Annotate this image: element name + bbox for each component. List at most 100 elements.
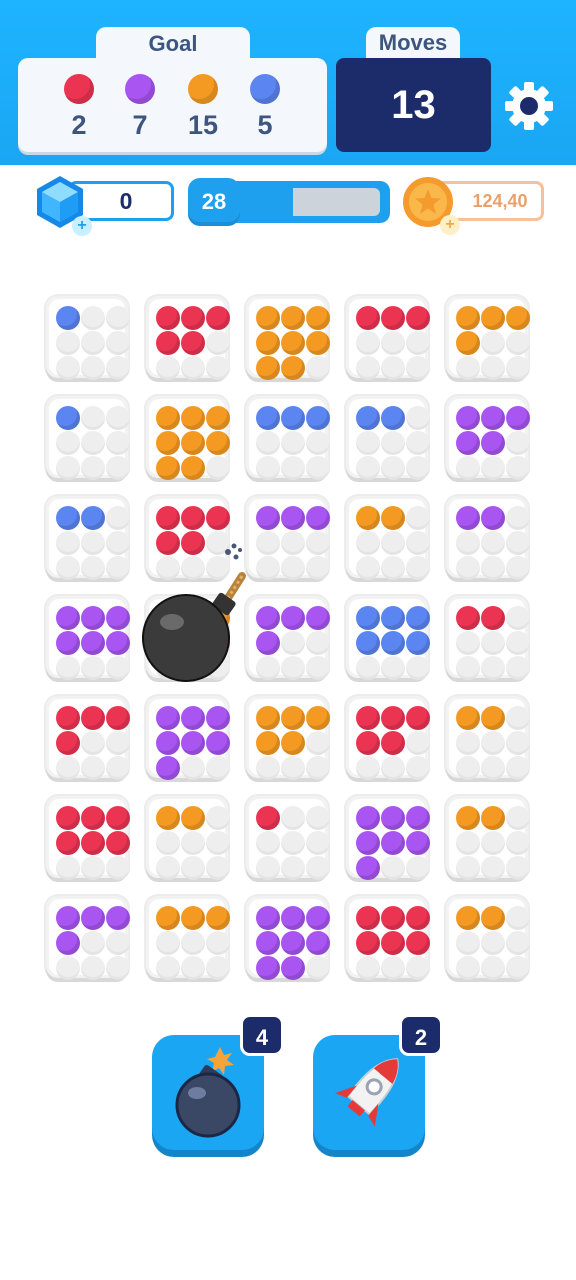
tile-surface	[349, 899, 430, 980]
peg-empty	[81, 756, 105, 780]
board-tile[interactable]	[46, 396, 130, 480]
peg-empty	[81, 331, 105, 355]
peg-empty	[456, 931, 480, 955]
peg-empty	[456, 756, 480, 780]
peg-empty	[306, 556, 330, 580]
peg-orange	[256, 331, 280, 355]
board-tile[interactable]	[346, 896, 430, 980]
board-tile[interactable]	[246, 296, 330, 380]
peg-purple	[81, 906, 105, 930]
peg-blue	[406, 606, 430, 630]
peg-orange	[181, 906, 205, 930]
board-tile[interactable]	[446, 596, 530, 680]
board-tile[interactable]	[146, 696, 230, 780]
peg-orange	[156, 906, 180, 930]
game-board	[0, 0, 576, 1000]
peg-red	[181, 306, 205, 330]
board-tile[interactable]	[46, 296, 130, 380]
board-tile[interactable]	[446, 496, 530, 580]
board-tile[interactable]	[146, 796, 230, 880]
peg-orange	[456, 706, 480, 730]
board-tile[interactable]	[346, 796, 430, 880]
peg-empty	[456, 356, 480, 380]
peg-empty	[56, 331, 80, 355]
peg-blue	[306, 406, 330, 430]
peg-empty	[506, 431, 530, 455]
peg-empty	[256, 831, 280, 855]
peg-empty	[181, 831, 205, 855]
peg-purple	[306, 906, 330, 930]
board-tile[interactable]	[346, 396, 430, 480]
peg-empty	[181, 356, 205, 380]
peg-empty	[81, 956, 105, 980]
peg-purple	[281, 931, 305, 955]
peg-empty	[56, 856, 80, 880]
peg-purple	[106, 606, 130, 630]
peg-orange	[481, 306, 505, 330]
peg-orange	[281, 356, 305, 380]
peg-empty	[356, 456, 380, 480]
peg-empty	[81, 431, 105, 455]
peg-empty	[281, 456, 305, 480]
board-tile[interactable]	[146, 296, 230, 380]
peg-empty	[356, 531, 380, 555]
peg-empty	[106, 856, 130, 880]
board-tile[interactable]	[46, 596, 130, 680]
peg-empty	[81, 306, 105, 330]
board-tile[interactable]	[246, 696, 330, 780]
board-tile[interactable]	[46, 496, 130, 580]
bomb-booster-count: 4	[240, 1014, 284, 1056]
peg-red	[356, 731, 380, 755]
peg-empty	[206, 356, 230, 380]
peg-orange	[481, 806, 505, 830]
board-tile[interactable]	[446, 896, 530, 980]
bomb-icon	[142, 543, 246, 682]
board-tile[interactable]	[446, 796, 530, 880]
board-tile[interactable]	[246, 896, 330, 980]
board-tile[interactable]	[246, 796, 330, 880]
peg-empty	[156, 831, 180, 855]
peg-empty	[481, 731, 505, 755]
peg-orange	[156, 431, 180, 455]
peg-empty	[56, 756, 80, 780]
board-tile[interactable]	[246, 396, 330, 480]
peg-red	[181, 506, 205, 530]
peg-purple	[256, 931, 280, 955]
peg-orange	[206, 406, 230, 430]
board-tile[interactable]	[446, 396, 530, 480]
board-tile[interactable]	[346, 296, 430, 380]
board-tile[interactable]	[46, 796, 130, 880]
tile-surface	[49, 799, 130, 880]
tile-surface	[449, 899, 530, 980]
peg-purple	[281, 606, 305, 630]
peg-empty	[306, 831, 330, 855]
rocket-booster-count: 2	[399, 1014, 443, 1056]
board-tile[interactable]	[46, 696, 130, 780]
peg-purple	[381, 806, 405, 830]
peg-purple	[356, 806, 380, 830]
peg-red	[206, 506, 230, 530]
board-tile[interactable]	[346, 696, 430, 780]
peg-red	[406, 931, 430, 955]
peg-red	[56, 706, 80, 730]
board-tile[interactable]	[446, 696, 530, 780]
tile-surface	[349, 699, 430, 780]
peg-orange	[206, 906, 230, 930]
board-tile[interactable]	[146, 896, 230, 980]
tile-surface	[449, 499, 530, 580]
peg-empty	[406, 656, 430, 680]
board-tile[interactable]	[446, 296, 530, 380]
peg-empty	[506, 931, 530, 955]
peg-empty	[406, 531, 430, 555]
peg-red	[156, 506, 180, 530]
board-tile[interactable]	[146, 396, 230, 480]
board-tile[interactable]	[346, 596, 430, 680]
tile-surface	[449, 699, 530, 780]
peg-orange	[206, 431, 230, 455]
peg-empty	[281, 856, 305, 880]
peg-red	[381, 731, 405, 755]
peg-empty	[381, 456, 405, 480]
board-tile[interactable]	[46, 896, 130, 980]
board-tile[interactable]	[346, 496, 430, 580]
peg-empty	[206, 856, 230, 880]
